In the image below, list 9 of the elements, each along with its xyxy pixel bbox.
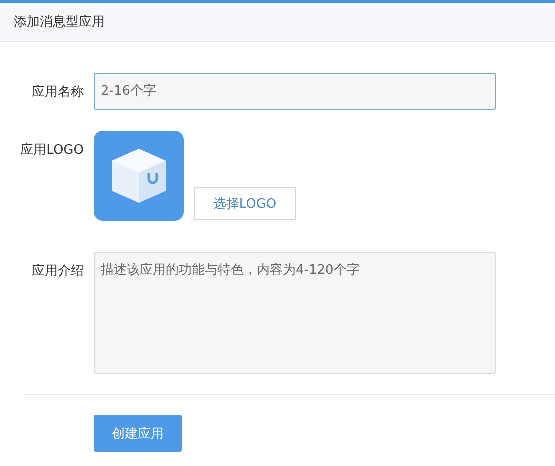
field-label: 应用名称	[31, 84, 84, 100]
field-label: 应用LOGO	[20, 142, 84, 160]
field-label: 应用介绍	[31, 263, 84, 281]
choose-logo-button[interactable]: 选择LOGO	[194, 187, 296, 220]
name-input-field[interactable]: 2-16个字	[94, 73, 496, 110]
create-app-button[interactable]: 创建应用	[94, 415, 182, 452]
page-title: 添加消息型应用	[14, 14, 105, 31]
description-input-field[interactable]: 描述该应用的功能与特色，内容为4-120个字	[94, 252, 496, 374]
box-logo-icon	[94, 131, 184, 221]
